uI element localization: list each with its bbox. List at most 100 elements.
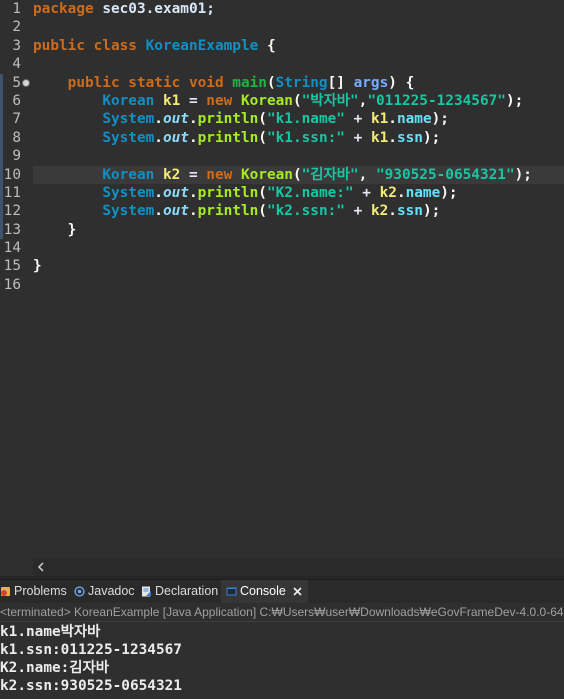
line-gutter[interactable]: 16 xyxy=(0,276,33,294)
fold-toggle-icon[interactable] xyxy=(23,79,29,86)
code-token: ); xyxy=(422,129,441,146)
code-line[interactable]: 13 } xyxy=(0,221,564,239)
code-line[interactable]: 1 package sec03.exam01; xyxy=(0,0,564,18)
code-token: ( xyxy=(292,166,302,183)
code-token: public static void xyxy=(33,74,233,91)
code-token: "김자바" xyxy=(301,166,359,183)
line-gutter[interactable]: 12 xyxy=(0,202,33,220)
code-text[interactable]: Korean k1 = new Korean("박자바","011225-123… xyxy=(33,92,564,110)
console-output[interactable]: k1.name박자바 k1.ssn:011225-1234567 K2.name… xyxy=(0,622,564,699)
code-token: ( xyxy=(258,184,267,201)
java-editor[interactable]: 1 package sec03.exam01; 2 3 public class Kor… xyxy=(0,0,564,576)
code-token: args xyxy=(353,74,389,91)
code-token: . xyxy=(396,184,406,201)
line-gutter[interactable]: 1 xyxy=(0,0,33,18)
code-text[interactable] xyxy=(33,239,564,257)
code-token: System xyxy=(33,184,155,201)
problems-icon xyxy=(0,586,11,597)
code-text[interactable]: package sec03.exam01; xyxy=(33,0,564,18)
code-token: , xyxy=(358,166,376,183)
code-text[interactable]: } xyxy=(33,221,564,239)
tab-console[interactable]: Console xyxy=(221,580,308,603)
code-line[interactable]: 7 System.out.println("k1.name" + k1.name… xyxy=(0,110,564,128)
range-indicator xyxy=(0,73,3,240)
code-token: println xyxy=(197,129,259,146)
code-text[interactable]: Korean k2 = new Korean("김자바", "930525-06… xyxy=(33,165,564,184)
line-gutter[interactable]: 14 xyxy=(0,239,33,257)
line-gutter[interactable]: 6 xyxy=(0,92,33,110)
code-text[interactable] xyxy=(33,18,564,36)
code-line[interactable]: 16 xyxy=(0,276,564,294)
code-token: println xyxy=(197,111,259,128)
code-text[interactable]: System.out.println("k2.ssn:" + k2.ssn); xyxy=(33,202,564,220)
code-token: . xyxy=(388,111,397,128)
line-gutter[interactable]: 5 xyxy=(0,74,33,92)
code-line[interactable]: 14 xyxy=(0,239,564,257)
code-token: "930525-0654321" xyxy=(375,166,515,183)
chevron-left-icon[interactable] xyxy=(37,562,45,572)
tab-declaration[interactable]: Declaration xyxy=(141,580,218,603)
code-token: ( xyxy=(258,111,267,128)
code-line[interactable]: 12 System.out.println("k2.ssn:" + k2.ssn… xyxy=(0,202,564,220)
code-token: ); xyxy=(431,111,449,128)
code-text[interactable]: public static void main(String[] args) { xyxy=(33,74,564,92)
tab-javadoc[interactable]: Javadoc xyxy=(74,580,135,603)
code-token: "K2.name:" xyxy=(266,184,354,201)
line-number: 8 xyxy=(12,129,21,146)
code-token: . xyxy=(388,203,397,220)
code-token: String xyxy=(275,74,328,91)
code-line[interactable]: 10 Korean k2 = new Korean("김자바", "930525… xyxy=(0,165,564,184)
code-text[interactable] xyxy=(33,55,564,73)
line-number: 7 xyxy=(12,111,21,128)
code-token: ); xyxy=(505,92,524,109)
code-text[interactable]: } xyxy=(33,257,564,275)
code-line[interactable]: 6 Korean k1 = new Korean("박자바","011225-1… xyxy=(0,92,564,110)
horizontal-scrollbar[interactable] xyxy=(33,558,564,576)
code-line[interactable]: 2 xyxy=(0,18,564,36)
code-token: out xyxy=(162,203,189,220)
tab-label: Console xyxy=(240,584,286,598)
code-token: k1 xyxy=(162,92,181,109)
code-line[interactable]: 11 System.out.println("K2.name:" + k2.na… xyxy=(0,184,564,202)
line-gutter[interactable]: 9 xyxy=(0,147,33,165)
line-gutter[interactable]: 7 xyxy=(0,110,33,128)
line-gutter[interactable]: 8 xyxy=(0,129,33,147)
code-token: "박자바" xyxy=(301,92,359,109)
line-gutter[interactable]: 4 xyxy=(0,55,33,73)
code-line[interactable]: 3 public class KoreanExample { xyxy=(0,37,564,55)
code-token: sec03.exam01; xyxy=(102,1,215,17)
code-token: package xyxy=(33,1,103,17)
console-icon xyxy=(226,586,237,597)
code-text[interactable] xyxy=(33,147,564,165)
code-token: ( xyxy=(258,129,267,146)
code-line[interactable]: 5 public static void main(String[] args)… xyxy=(0,74,564,92)
line-gutter[interactable]: 2 xyxy=(0,18,33,36)
code-text[interactable] xyxy=(33,276,564,294)
code-token: KoreanExample xyxy=(145,37,259,54)
code-token: k1 xyxy=(370,111,389,128)
line-gutter[interactable]: 11 xyxy=(0,184,33,202)
code-text[interactable]: System.out.println("k1.ssn:" + k1.ssn); xyxy=(33,129,564,147)
code-line[interactable]: 15} xyxy=(0,257,564,275)
code-token: println xyxy=(197,203,259,220)
tab-label: Declaration xyxy=(155,584,219,598)
line-gutter[interactable]: 10 xyxy=(0,166,33,184)
code-text[interactable]: public class KoreanExample { xyxy=(33,37,564,55)
code-line[interactable]: 4 xyxy=(0,55,564,73)
tab-problems[interactable]: Problems xyxy=(0,580,67,603)
code-line[interactable]: 8 System.out.println("k1.ssn:" + k1.ssn)… xyxy=(0,129,564,147)
code-token: . xyxy=(188,111,198,128)
line-number: 1 xyxy=(12,1,21,17)
code-text[interactable]: System.out.println("K2.name:" + k2.name)… xyxy=(33,184,564,202)
code-token: main xyxy=(232,74,267,91)
console-line: k1.name박자바 xyxy=(0,624,101,640)
line-gutter[interactable]: 13 xyxy=(0,221,33,239)
code-text[interactable]: System.out.println("k1.name" + k1.name); xyxy=(33,110,564,128)
line-gutter[interactable]: 15 xyxy=(0,257,33,275)
line-number: 4 xyxy=(12,56,21,73)
close-icon[interactable] xyxy=(293,587,302,596)
code-lines[interactable]: 1 package sec03.exam01; 2 3 public class Kor… xyxy=(0,0,564,558)
code-token: } xyxy=(33,221,77,238)
line-gutter[interactable]: 3 xyxy=(0,37,33,55)
code-line[interactable]: 9 xyxy=(0,147,564,165)
